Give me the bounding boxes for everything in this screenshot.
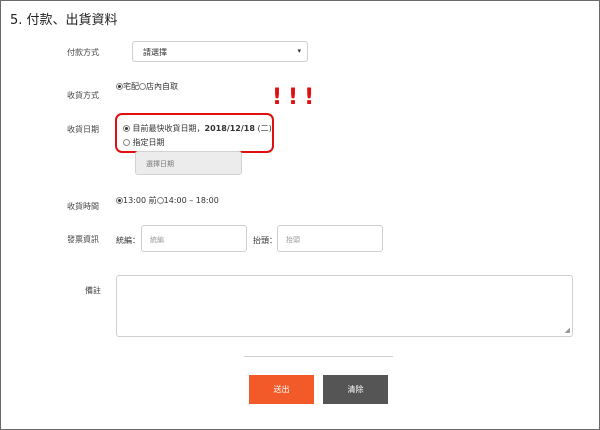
delivery-time-label: 收貨時間: [67, 202, 99, 211]
shipping-method-label: 收貨方式: [67, 91, 99, 100]
radio-before-13[interactable]: [116, 197, 123, 204]
radio-14-18[interactable]: [156, 197, 164, 204]
earliest-date-prefix: 目前最快收貨日期，: [132, 124, 205, 133]
time-14-18-label: 14:00 – 18:00: [163, 196, 219, 205]
resize-grip-icon[interactable]: ◢: [565, 326, 570, 334]
home-delivery-label: 宅配: [123, 82, 139, 91]
invoice-label: 發票資訊: [67, 235, 99, 244]
radio-home-delivery[interactable]: [116, 83, 123, 90]
payment-select-value: 請選擇: [143, 48, 167, 57]
earliest-date-option: 目前最快收貨日期，2018/12/18 (二): [123, 123, 272, 134]
page-frame: [0, 0, 600, 430]
section-title: 5. 付款、出貨資料: [10, 13, 118, 28]
earliest-date-weekday: (二): [254, 124, 272, 133]
notes-textarea[interactable]: ◢: [116, 275, 573, 337]
divider: [244, 356, 393, 357]
notes-label: 備註: [85, 286, 101, 295]
earliest-date-value: 2018/12/18: [204, 124, 255, 133]
invoice-title-placeholder: 抬頭: [286, 236, 300, 244]
choose-date-button[interactable]: 選擇日期: [135, 151, 242, 175]
choose-date-label: 選擇日期: [146, 160, 174, 168]
tax-id-placeholder: 統編: [150, 236, 164, 244]
payment-label: 付款方式: [67, 48, 99, 57]
radio-earliest-date[interactable]: [123, 125, 130, 132]
invoice-title-input[interactable]: 抬頭: [277, 225, 383, 252]
shipping-method-options: 宅配 店內自取: [116, 81, 178, 92]
radio-store-pickup[interactable]: [139, 83, 146, 90]
tax-id-input[interactable]: 統編: [141, 225, 247, 252]
submit-button[interactable]: 送出: [249, 375, 314, 404]
delivery-time-options: 13:00 前 14:00 – 18:00: [116, 195, 219, 206]
store-pickup-label: 店內自取: [146, 82, 178, 91]
radio-specify-date[interactable]: [123, 139, 130, 146]
annotation-exclamation: !!!: [272, 85, 321, 110]
before-13-label: 13:00 前: [123, 196, 157, 205]
delivery-date-label: 收貨日期: [67, 125, 99, 134]
tax-id-label: 統編：: [116, 236, 140, 245]
chevron-down-icon: ▾: [297, 47, 301, 55]
specify-date-option: 指定日期: [123, 137, 165, 148]
invoice-title-label: 抬頭：: [253, 236, 277, 245]
clear-button[interactable]: 清除: [323, 375, 388, 404]
payment-select[interactable]: 請選擇 ▾: [132, 41, 308, 62]
specify-date-label: 指定日期: [132, 138, 165, 147]
